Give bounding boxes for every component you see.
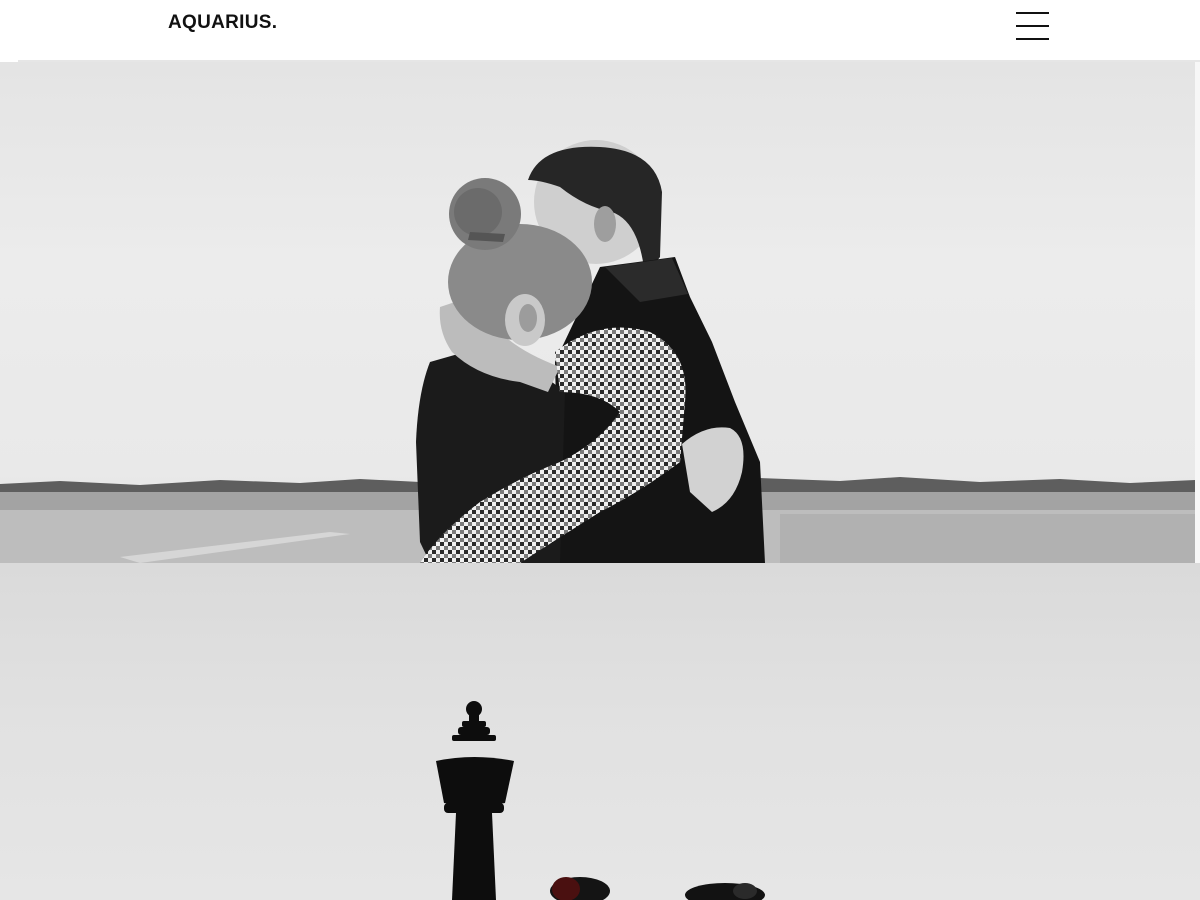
hamburger-menu-icon[interactable] — [1010, 6, 1054, 46]
site-logo[interactable]: AQUARIUS. — [168, 11, 277, 35]
chess-photo — [0, 563, 1200, 900]
chess-pieces-photo — [436, 701, 765, 900]
page: AQUARIUS. — [0, 0, 1200, 900]
hero-edge — [1195, 62, 1200, 563]
menu-bar-bottom — [1016, 38, 1049, 40]
couple-embrace-photo — [0, 140, 1195, 563]
hero-photo — [0, 62, 1195, 563]
menu-bar-top — [1016, 12, 1049, 14]
fallen-pieces-icon — [550, 877, 765, 900]
site-header: AQUARIUS. — [0, 0, 1200, 62]
chess-king-icon — [436, 701, 514, 900]
menu-bar-middle — [1016, 25, 1049, 27]
